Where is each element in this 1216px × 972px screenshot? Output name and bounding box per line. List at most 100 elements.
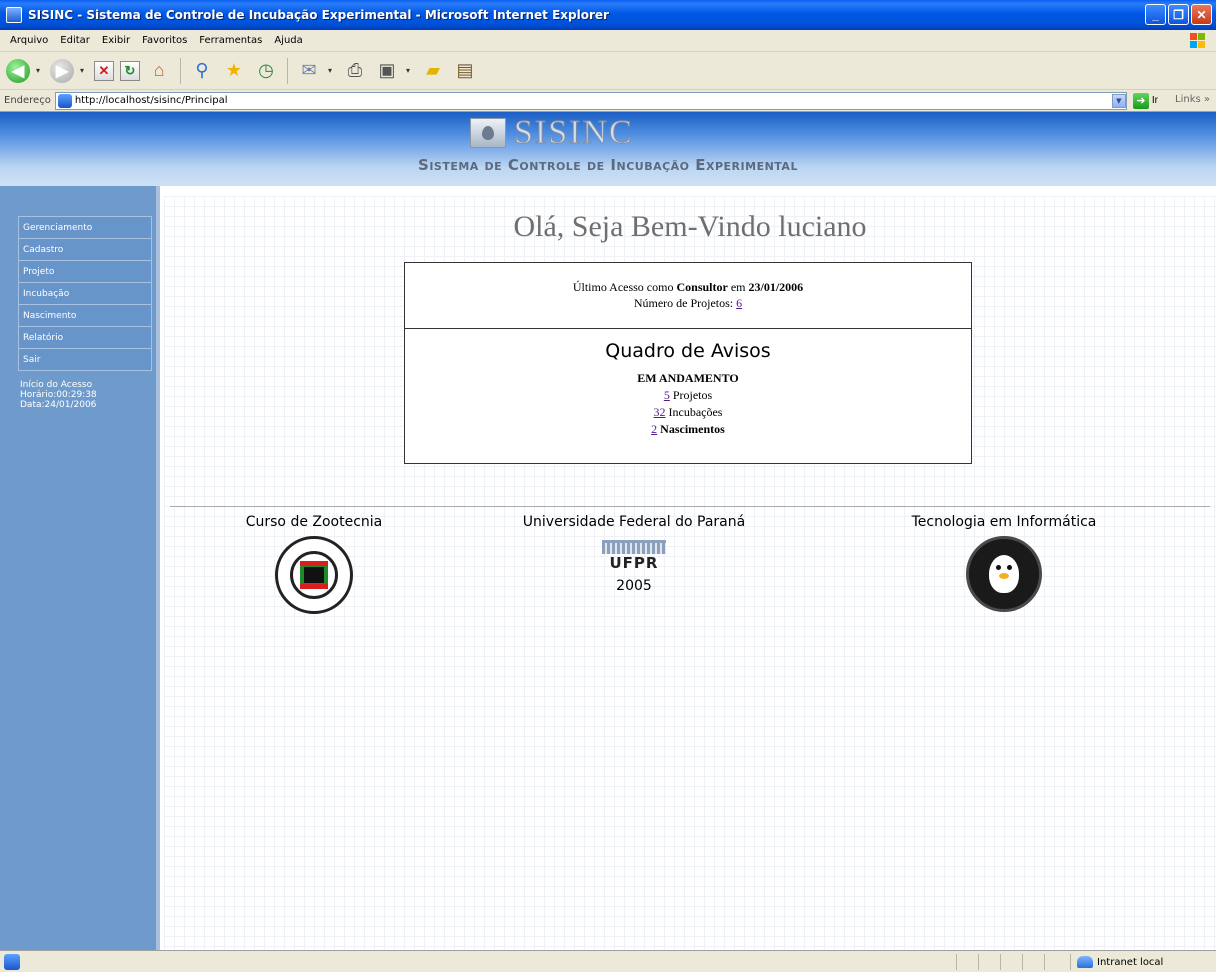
page-icon [57,93,72,108]
notice-projetos-link[interactable]: 5 [664,388,670,402]
go-arrow-icon: ➜ [1132,92,1149,109]
window-title: SISINC - Sistema de Controle de Incubaçã… [28,8,609,22]
menu-editar[interactable]: Editar [54,35,96,46]
last-access-date: 23/01/2006 [748,280,804,294]
ufpr-block: Universidade Federal do Paraná UFPR 2005 [514,514,754,594]
ufpr-mark-text: UFPR [609,554,659,572]
go-button[interactable]: ➜ Ir [1132,92,1158,109]
close-button[interactable]: ✕ [1191,4,1212,25]
notice-title: Quadro de Avisos [605,340,771,362]
messenger-icon[interactable]: ▰ [420,58,446,84]
sidebar-item-projeto[interactable]: Projeto [18,261,152,283]
notice-incubacoes-label: Incubações [668,405,723,419]
intranet-icon [1077,956,1093,968]
access-info: Início do Acesso Horário:00:29:38 Data:2… [20,380,97,410]
sidebar-item-nascimento[interactable]: Nascimento [18,305,152,327]
status-panels [956,954,1066,970]
access-title: Início do Acesso [20,380,93,390]
toolbar: ◀ ▾ ▶ ▾ ✕ ↻ ⌂ ⚲ ★ ◷ ✉ ▾ ⎙ ▣ ▾ ▰ ▤ [0,52,1216,90]
edit-icon[interactable]: ▣ [374,58,400,84]
forward-dropdown-icon[interactable]: ▾ [80,66,88,75]
zootecnia-seal-icon [275,536,353,614]
links-button[interactable]: Links » [1175,94,1210,105]
notice-item-projetos: 5 Projetos [405,387,971,404]
last-access-panel: Último Acesso como Consultor em 23/01/20… [405,263,971,329]
projects-label: Número de Projetos: [633,296,734,310]
tux-seal-icon [966,536,1042,612]
forward-icon[interactable]: ▶ [50,58,74,83]
menu-ferramentas[interactable]: Ferramentas [193,35,268,46]
last-access-prefix: Último Acesso como [572,280,674,294]
windows-logo-icon [1190,33,1206,49]
toolbar-separator [180,57,181,84]
ufpr-logo: UFPR [602,540,666,572]
last-access-role: Consultor [676,280,728,294]
address-input[interactable]: http://localhost/sisinc/Principal ▼ [54,91,1127,110]
notice-nascimentos-link[interactable]: 2 [651,422,657,436]
maximize-button[interactable]: ❐ [1168,4,1189,25]
mail-icon[interactable]: ✉ [296,58,322,84]
zootecnia-block: Curso de Zootecnia [224,514,404,614]
window-title-bar: SISINC - Sistema de Controle de Incubaçã… [0,0,1216,30]
go-label: Ir [1151,95,1158,106]
refresh-icon[interactable]: ↻ [120,60,140,81]
notice-item-incubacoes: 32 Incubações [405,404,971,421]
site-subtitle: Sistema de Controle de Incubação Experim… [418,156,798,174]
page-viewport: SISINC Sistema de Controle de Incubação … [0,112,1216,950]
menu-arquivo[interactable]: Arquivo [4,35,54,46]
sidebar-item-incubacao[interactable]: Incubação [18,283,152,305]
notice-item-nascimentos: 2 Nascimentos [405,421,971,438]
sidebar-item-gerenciamento[interactable]: Gerenciamento [18,217,152,239]
sidebar-item-cadastro[interactable]: Cadastro [18,239,152,261]
minimize-button[interactable]: _ [1145,4,1166,25]
back-dropdown-icon[interactable]: ▾ [36,66,44,75]
last-access-line: Último Acesso como Consultor em 23/01/20… [405,279,971,295]
informatica-label: Tecnologia em Informática [911,514,1097,530]
welcome-heading: Olá, Seja Bem-Vindo luciano [513,210,867,243]
home-icon[interactable]: ⌂ [146,58,172,84]
stop-icon[interactable]: ✕ [94,60,114,81]
sidebar-item-relatorio[interactable]: Relatório [18,327,152,349]
links-label: Links [1175,94,1201,105]
mail-dropdown-icon[interactable]: ▾ [328,66,336,75]
drop-logo-icon [470,118,506,148]
access-date: Data:24/01/2006 [20,400,97,410]
search-icon[interactable]: ⚲ [189,58,215,84]
menu-exibir[interactable]: Exibir [96,35,136,46]
ufpr-label: Universidade Federal do Paraná [522,514,746,530]
notice-nascimentos-label: Nascimentos [660,422,725,436]
access-time: Horário:00:29:38 [20,390,97,400]
favorites-icon[interactable]: ★ [221,58,247,84]
menu-bar: Arquivo Editar Exibir Favoritos Ferramen… [0,30,1216,52]
footer-divider [170,506,1210,507]
notice-status: EM ANDAMENTO [637,371,739,385]
logo-text: SISINC [514,114,634,151]
notice-board: Quadro de Avisos EM ANDAMENTO 5 Projetos… [405,329,971,463]
toolbar-separator-2 [287,57,288,84]
menu-favoritos[interactable]: Favoritos [136,35,193,46]
sidebar: Gerenciamento Cadastro Projeto Incubação… [0,186,160,950]
site-logo: SISINC [470,114,634,151]
projects-line: Número de Projetos: 6 [405,295,971,311]
sidebar-item-sair[interactable]: Sair [18,349,152,371]
address-label: Endereço [4,95,51,106]
ufpr-building-icon [602,540,666,554]
print-icon[interactable]: ⎙ [342,58,368,84]
history-icon[interactable]: ◷ [253,58,279,84]
back-icon[interactable]: ◀ [6,58,30,83]
ufpr-year: 2005 [616,578,652,594]
informatica-block: Tecnologia em Informática [884,514,1124,612]
info-box: Último Acesso como Consultor em 23/01/20… [404,262,972,464]
address-dropdown-icon[interactable]: ▼ [1111,93,1126,108]
zootecnia-label: Curso de Zootecnia [245,514,383,530]
ie-icon [6,7,22,23]
edit-dropdown-icon[interactable]: ▾ [406,66,414,75]
menu-ajuda[interactable]: Ajuda [268,35,308,46]
projects-count-link[interactable]: 6 [736,296,742,310]
address-url[interactable]: http://localhost/sisinc/Principal [75,95,1112,106]
main-content: Olá, Seja Bem-Vindo luciano Último Acess… [164,196,1216,950]
last-access-mid: em [730,280,746,294]
notice-incubacoes-link[interactable]: 32 [654,405,666,419]
sidebar-nav: Gerenciamento Cadastro Projeto Incubação… [18,216,152,371]
research-icon[interactable]: ▤ [452,58,478,84]
